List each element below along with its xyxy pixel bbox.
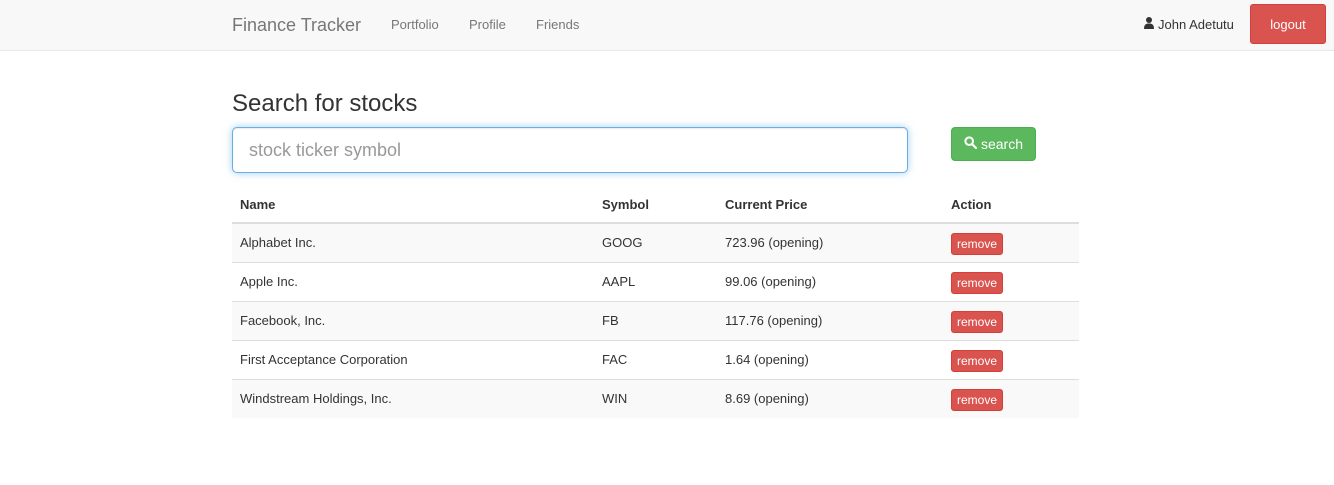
remove-button[interactable]: remove [951,389,1004,412]
stock-name: Windstream Holdings, Inc. [232,378,594,418]
brand-link[interactable]: Finance Tracker [232,14,361,36]
search-button[interactable]: search [951,127,1036,161]
user-menu[interactable]: John Adetutu [1144,16,1234,34]
stock-symbol: WIN [594,378,717,418]
action-cell: remove [943,378,1079,418]
column-header-current-price: Current Price [717,186,943,224]
stock-name: First Acceptance Corporation [232,339,594,379]
table-header-row: Name Symbol Current Price Action [232,186,1079,224]
table-row: Facebook, Inc. FB 117.76 (opening) remov… [232,300,1079,340]
search-button-label: search [980,136,1024,152]
column-header-symbol: Symbol [594,186,717,224]
nav-link-portfolio[interactable]: Portfolio [391,16,439,34]
stock-price: 8.69 (opening) [717,378,943,418]
action-cell: remove [943,261,1079,301]
navbar: Finance Tracker Portfolio Profile Friend… [0,0,1334,51]
remove-button[interactable]: remove [951,272,1004,294]
stock-name: Facebook, Inc. [232,300,594,340]
user-name: John Adetutu [1158,17,1234,32]
remove-button[interactable]: remove [951,233,1004,256]
page-title: Search for stocks [232,90,418,117]
stock-symbol: GOOG [602,235,643,251]
logout-button[interactable]: logout [1250,4,1326,44]
action-cell: remove [943,223,1079,262]
column-header-action: Action [943,186,1079,224]
action-cell: remove [943,339,1079,379]
stocks-table: Name Symbol Current Price Action Alphabe… [232,186,1079,418]
remove-button[interactable]: remove [951,350,1004,372]
nav-link-profile[interactable]: Profile [469,16,506,34]
stock-price: 1.64 (opening) [717,339,943,379]
nav-link-friends[interactable]: Friends [536,16,579,34]
action-cell: remove [943,300,1079,340]
stock-ticker-input[interactable] [232,127,908,173]
user-icon [1144,16,1154,34]
table-row: Alphabet Inc. GOOG 723.96 (opening) remo… [232,223,1079,262]
table-row: Windstream Holdings, Inc. WIN 8.69 (open… [232,378,1079,418]
stock-name: Alphabet Inc. [240,235,316,251]
stock-name: Apple Inc. [232,261,594,301]
stock-symbol: AAPL [594,261,717,301]
stock-price: 117.76 (opening) [717,300,943,340]
table-row: First Acceptance Corporation FAC 1.64 (o… [232,339,1079,379]
table-row: Apple Inc. AAPL 99.06 (opening) remove [232,261,1079,301]
stock-price: 723.96 (opening) [725,235,824,251]
column-header-name: Name [232,186,594,224]
search-icon [964,136,978,152]
remove-button[interactable]: remove [951,311,1004,333]
stock-symbol: FAC [594,339,717,379]
stock-price: 99.06 (opening) [717,261,943,301]
stock-symbol: FB [594,300,717,340]
